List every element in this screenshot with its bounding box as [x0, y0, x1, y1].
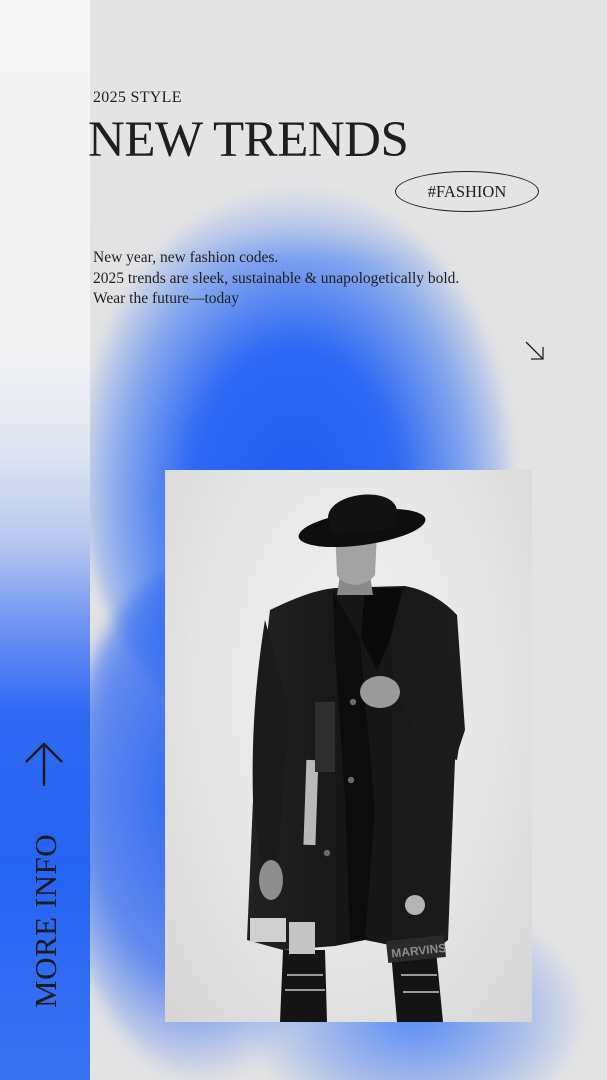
arrow-up-icon[interactable]	[22, 740, 66, 788]
fashion-model-photo: MARVINS	[165, 470, 532, 1022]
arrow-down-right-icon	[525, 341, 544, 360]
model-illustration: MARVINS	[247, 494, 465, 1022]
intro-text: New year, new fashion codes. 2025 trends…	[93, 248, 459, 310]
more-info-button[interactable]: MORE INFO	[28, 834, 63, 1008]
eyebrow-label: 2025 STYLE	[93, 89, 182, 106]
hashtag-label: #FASHION	[427, 181, 507, 201]
intro-line-3: Wear the future—today	[93, 290, 239, 307]
fashion-hashtag-badge[interactable]: #FASHION	[395, 171, 539, 212]
intro-line-1: New year, new fashion codes.	[93, 249, 279, 266]
intro-line-2: 2025 trends are sleek, sustainable & una…	[93, 269, 460, 287]
page-title: NEW TRENDS	[88, 112, 409, 168]
